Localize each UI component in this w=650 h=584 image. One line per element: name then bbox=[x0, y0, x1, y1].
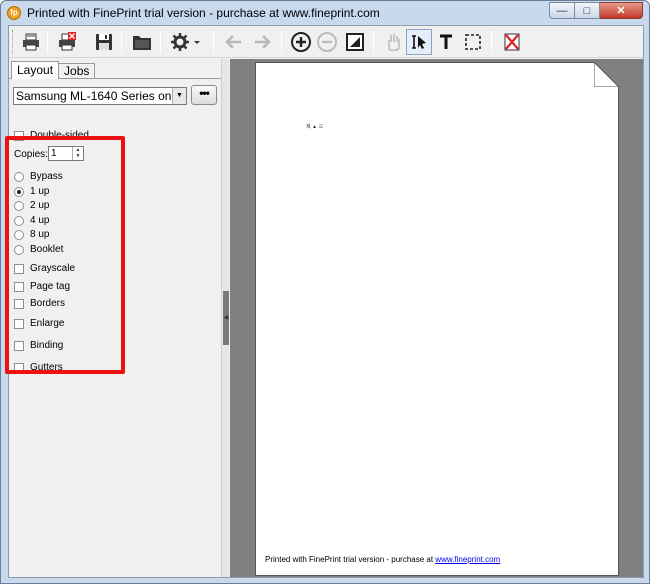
open-folder-icon[interactable] bbox=[129, 29, 155, 55]
toolbar-separator bbox=[47, 31, 48, 53]
panel-splitter[interactable]: ◀ bbox=[221, 59, 229, 577]
save-icon[interactable] bbox=[91, 29, 117, 55]
printer-select-value: Samsung ML-1640 Series on C bbox=[16, 89, 184, 103]
trial-footer: Printed with FinePrint trial version - p… bbox=[265, 555, 500, 564]
window-title: Printed with FinePrint trial version - p… bbox=[27, 6, 380, 20]
toolbar-separator bbox=[373, 31, 374, 53]
toolbar-separator bbox=[213, 31, 214, 53]
printer-options-button[interactable]: ••• bbox=[191, 85, 217, 105]
preview-area[interactable]: 제 ▲ 三 Printed with FinePrint trial versi… bbox=[230, 59, 643, 577]
page-fold-corner bbox=[594, 62, 619, 87]
settings-gear-icon[interactable] bbox=[167, 29, 203, 55]
page-content-snippet: 제 ▲ 三 bbox=[306, 124, 324, 130]
toolbar-separator bbox=[491, 31, 492, 53]
minimize-button[interactable]: — bbox=[549, 2, 575, 19]
maximize-button[interactable]: □ bbox=[575, 2, 600, 19]
print-delete-icon[interactable] bbox=[54, 29, 80, 55]
toolbar-separator bbox=[281, 31, 282, 53]
red-highlight-box bbox=[5, 136, 125, 374]
toolbar-grip[interactable] bbox=[12, 30, 15, 54]
select-text-icon[interactable] bbox=[406, 29, 432, 55]
collapse-arrow-icon[interactable]: ◀ bbox=[223, 291, 229, 345]
tab-layout[interactable]: Layout bbox=[11, 61, 60, 79]
printer-select[interactable]: Samsung ML-1640 Series on C ▼ bbox=[13, 87, 187, 105]
delete-page-icon[interactable] bbox=[499, 29, 525, 55]
selection-rectangle-icon[interactable] bbox=[460, 29, 486, 55]
forward-arrow-icon[interactable] bbox=[249, 29, 275, 55]
toolbar-separator bbox=[121, 31, 122, 53]
close-button[interactable]: ✕ bbox=[600, 2, 643, 19]
toolbar bbox=[9, 26, 643, 58]
trial-footer-text: Printed with FinePrint trial version - p… bbox=[265, 555, 436, 564]
preview-page: 제 ▲ 三 Printed with FinePrint trial versi… bbox=[255, 62, 619, 576]
fit-page-icon[interactable] bbox=[342, 29, 368, 55]
panel-tabs: Layout Jobs bbox=[11, 61, 96, 79]
tab-jobs[interactable]: Jobs bbox=[59, 63, 96, 78]
back-arrow-icon[interactable] bbox=[221, 29, 247, 55]
zoom-in-icon[interactable] bbox=[288, 29, 314, 55]
print-icon[interactable] bbox=[18, 29, 44, 55]
chevron-down-icon[interactable]: ▼ bbox=[172, 88, 186, 104]
zoom-out-icon[interactable] bbox=[314, 29, 340, 55]
fineprint-link[interactable]: www.fineprint.com bbox=[435, 555, 500, 564]
fineprint-app-icon[interactable]: fp bbox=[7, 6, 21, 20]
title-bar[interactable]: fp Printed with FinePrint trial version … bbox=[1, 1, 649, 25]
toolbar-separator bbox=[160, 31, 161, 53]
hand-pan-icon[interactable] bbox=[380, 29, 406, 55]
text-tool-icon[interactable] bbox=[433, 29, 459, 55]
